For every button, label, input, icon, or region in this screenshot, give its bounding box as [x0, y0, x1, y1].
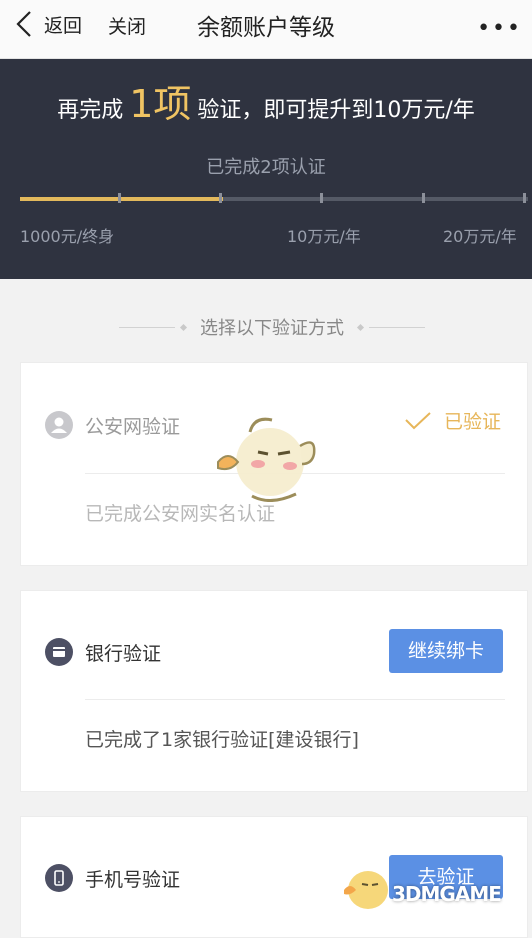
verified-status: 已验证 [404, 407, 501, 434]
section-divider: 选择以下验证方式 [112, 314, 432, 340]
section-title: 选择以下验证方式 [200, 318, 344, 339]
phone-verification-label: 手机号验证 [85, 869, 181, 891]
site-logo-mascot-image [344, 871, 388, 909]
police-verification-label: 公安网验证 [85, 416, 181, 438]
bank-verification-label: 银行验证 [85, 643, 162, 665]
promo-prefix: 再完成 [57, 98, 124, 123]
police-verification-desc: 已完成公安网实名认证 [85, 503, 276, 525]
progress-tick [320, 193, 323, 203]
level-label-3: 20万元/年 [443, 227, 517, 246]
person-icon [45, 411, 73, 439]
divider-dot [179, 323, 188, 331]
promo-count: 1项 [129, 82, 192, 126]
bank-card-icon [45, 638, 73, 666]
promo-suffix: 验证，即可提升到10万元/年 [197, 98, 475, 123]
bank-verification-desc: 已完成了1家银行验证[建设银行] [85, 729, 359, 751]
level-header: 再完成 1项 验证，即可提升到10万元/年 已完成2项认证 1000元/终身 10万… [0, 59, 532, 279]
progress-tick [118, 193, 121, 203]
page-title: 余额账户等级 [197, 15, 335, 41]
verified-label: 已验证 [443, 411, 501, 433]
completed-status: 已完成2项认证 [206, 157, 326, 178]
bank-verification-card: 银行验证 继续绑卡 已完成了1家银行验证[建设银行] [20, 590, 528, 792]
continue-bind-card-button[interactable]: 继续绑卡 [389, 629, 503, 673]
level-label-1: 1000元/终身 [20, 227, 115, 246]
phone-verification-card: 手机号验证 去验证 [20, 816, 528, 938]
card-divider [85, 699, 505, 700]
site-watermark-text: 3DMGAME [392, 882, 502, 906]
progress-tick [523, 193, 526, 203]
upgrade-promo: 再完成 1项 验证，即可提升到10万元/年 [0, 73, 532, 128]
checkmark-icon [405, 411, 431, 429]
more-menu-icon[interactable]: ••• [477, 16, 522, 41]
divider-line [119, 326, 175, 328]
progress-tick [422, 193, 425, 203]
level-progress-bar [20, 193, 528, 203]
top-nav-bar: 返回 关闭 余额账户等级 ••• [0, 0, 532, 59]
phone-icon [45, 864, 73, 892]
divider-dot [356, 323, 365, 331]
level-progress-fill [20, 197, 224, 201]
divider-line [369, 326, 425, 328]
mascot-watermark-image [217, 417, 316, 502]
progress-tick [219, 193, 222, 203]
level-label-2: 10万元/年 [287, 227, 361, 246]
